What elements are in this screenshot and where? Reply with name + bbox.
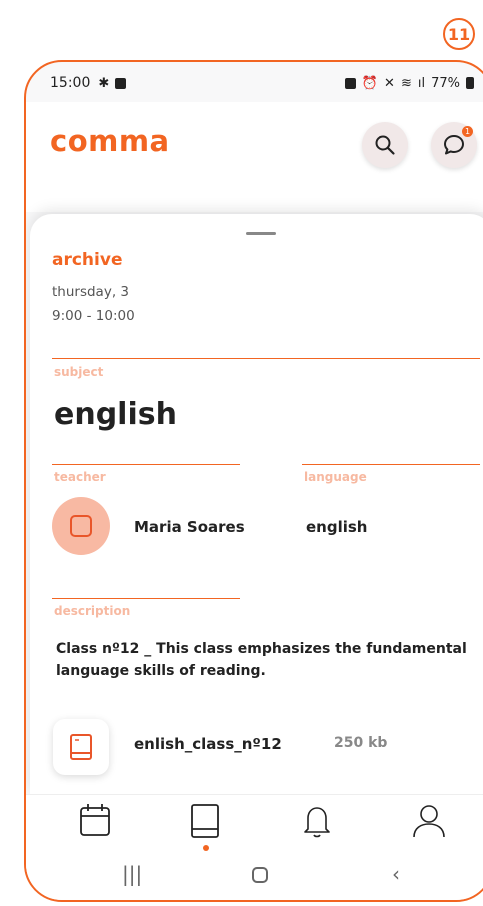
wifi-icon: ≋	[400, 75, 412, 91]
teacher-name: Maria Soares	[134, 518, 245, 536]
status-time: 15:00	[50, 75, 91, 91]
app-logo: comma	[50, 124, 170, 158]
search-icon	[375, 135, 395, 155]
app-header: comma 1	[26, 102, 483, 212]
notification-badge: 1	[462, 126, 473, 137]
gallery-status-icon	[115, 77, 127, 89]
back-button[interactable]: ‹	[392, 862, 400, 886]
subject-label: subject	[54, 365, 104, 379]
profile-icon	[413, 805, 445, 838]
settings-status-icon: ✱	[98, 75, 110, 91]
divider	[302, 464, 480, 465]
divider	[52, 598, 240, 599]
home-icon	[252, 867, 268, 883]
recents-button[interactable]: |||	[122, 862, 142, 886]
signal-icon: ıl	[417, 75, 426, 91]
step-badge: 11	[443, 18, 475, 50]
divider	[52, 358, 480, 359]
book-icon	[191, 804, 219, 838]
messages-button[interactable]: 1	[431, 122, 477, 168]
nav-profile[interactable]	[409, 803, 449, 847]
phone-frame: 15:00 ✱ ⏰ ✕ ≋ ıl 77% comma 1 archive thu…	[24, 60, 483, 902]
status-label: archive	[52, 250, 123, 270]
battery-percent: 77%	[431, 75, 460, 91]
chat-icon	[444, 135, 464, 155]
description-text: Class nº12 _ This class emphasizes the f…	[56, 641, 467, 679]
bell-icon	[304, 807, 330, 838]
nav-classes[interactable]	[185, 803, 225, 851]
nav-calendar[interactable]	[75, 803, 115, 847]
divider	[52, 464, 240, 465]
attachment-size: 250 kb	[334, 735, 388, 751]
calendar-icon	[80, 804, 110, 836]
nav-notifications[interactable]	[297, 803, 337, 847]
class-date: thursday, 3	[52, 284, 129, 300]
subject-value: english	[54, 397, 177, 432]
description-label: description	[54, 604, 131, 618]
avatar-placeholder-icon	[70, 515, 92, 537]
search-button[interactable]	[362, 122, 408, 168]
language-label: language	[304, 470, 367, 484]
attachment-button[interactable]	[53, 719, 109, 775]
battery-icon	[466, 77, 474, 89]
bottom-navigation	[26, 794, 483, 853]
active-indicator	[203, 845, 209, 851]
teacher-avatar[interactable]	[52, 497, 110, 555]
system-navigation: ||| ‹	[26, 852, 483, 900]
lock-status-icon	[344, 77, 356, 89]
attachment-name[interactable]: enlish_class_nº12	[134, 735, 282, 753]
class-time-range: 9:00 - 10:00	[52, 308, 135, 324]
book-file-icon	[70, 734, 92, 760]
teacher-label: teacher	[54, 470, 106, 484]
drag-handle[interactable]	[246, 232, 276, 235]
mute-icon: ✕	[384, 75, 395, 91]
home-button[interactable]	[252, 864, 268, 888]
status-bar: 15:00 ✱ ⏰ ✕ ≋ ıl 77%	[50, 72, 474, 94]
class-detail-sheet: archive thursday, 3 9:00 - 10:00 subject…	[30, 214, 483, 794]
language-value: english	[306, 518, 368, 536]
alarm-icon: ⏰	[361, 75, 379, 91]
